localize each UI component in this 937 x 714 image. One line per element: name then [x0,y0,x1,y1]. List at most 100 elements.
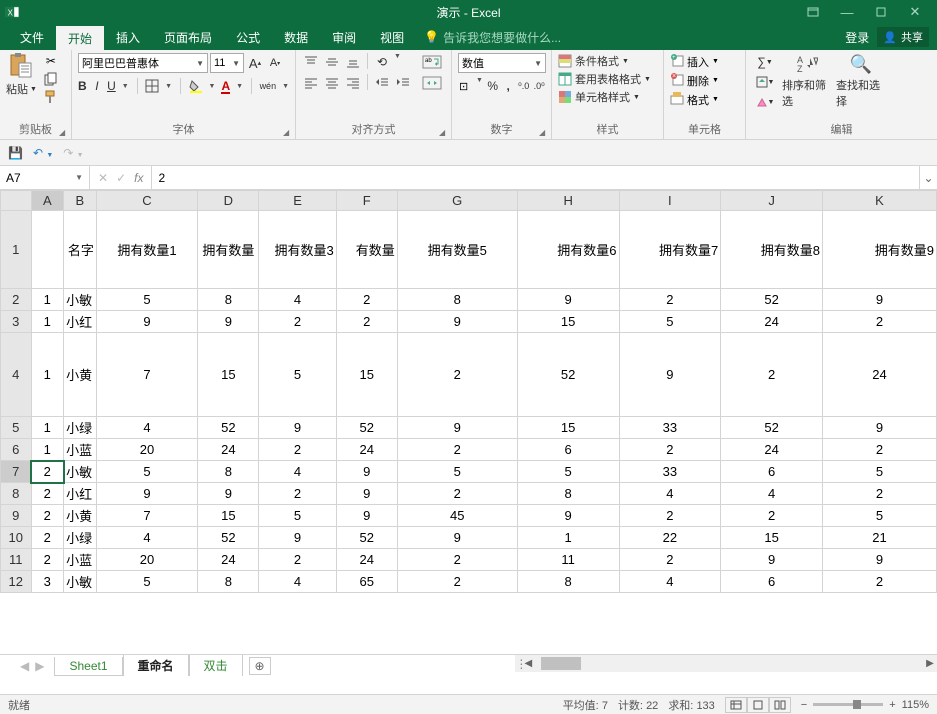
cell[interactable]: 2 [397,333,517,417]
cell[interactable]: 1 [31,333,64,417]
close-icon[interactable]: ✕ [907,4,923,20]
cell[interactable]: 5 [517,461,619,483]
cell[interactable]: 5 [619,311,721,333]
paste-button[interactable]: 粘贴 ▼ [6,53,37,97]
chevron-down-icon[interactable]: ▼ [165,83,172,90]
align-right-icon[interactable] [344,74,362,92]
cell[interactable]: 2 [721,333,823,417]
cell[interactable]: 9 [336,505,397,527]
chevron-down-icon[interactable]: ▼ [394,53,401,71]
cell[interactable]: 2 [336,311,397,333]
scroll-thumb[interactable] [541,657,581,670]
cell[interactable]: 11 [517,549,619,571]
cell[interactable]: 9 [96,311,198,333]
cell[interactable]: 2 [619,289,721,311]
currency-button[interactable]: ⊡ [458,77,472,95]
cell[interactable]: 8 [397,289,517,311]
cell[interactable]: 9 [336,461,397,483]
cell[interactable]: 15 [198,505,259,527]
cell[interactable]: 1 [31,289,64,311]
border-button[interactable] [145,77,159,95]
cancel-icon[interactable]: ✕ [98,171,108,185]
cell[interactable]: 9 [198,483,259,505]
tab-insert[interactable]: 插入 [104,24,152,50]
format-painter-icon[interactable] [43,89,59,105]
view-normal-icon[interactable] [725,697,747,713]
row-header[interactable]: 3 [1,311,32,333]
expand-formula-bar-icon[interactable]: ⌄ [919,166,937,189]
cell[interactable]: 4 [259,461,336,483]
cell[interactable]: 名字 [64,211,97,289]
cell[interactable]: 2 [397,483,517,505]
cell[interactable]: 52 [721,289,823,311]
phonetic-button[interactable]: wén [260,77,277,95]
font-name-combo[interactable]: 阿里巴巴普惠体▼ [78,53,208,73]
cell[interactable]: 8 [198,289,259,311]
cell[interactable]: 3 [31,571,64,593]
cell[interactable]: 拥有数量5 [397,211,517,289]
cell[interactable]: 2 [259,311,336,333]
format-as-table-button[interactable]: 套用表格格式▼ [558,71,657,87]
increase-indent-icon[interactable] [394,74,412,92]
scroll-track[interactable] [539,657,909,670]
zoom-out-icon[interactable]: − [801,699,807,711]
cell[interactable]: 5 [822,505,936,527]
cell[interactable]: 45 [397,505,517,527]
undo-button[interactable]: ↶ ▼ [33,146,53,160]
row-header[interactable]: 7 [1,461,32,483]
cell[interactable]: 9 [619,333,721,417]
cell[interactable]: 9 [397,527,517,549]
col-header[interactable]: K [822,191,936,211]
cell[interactable]: 小黄 [64,333,97,417]
sort-filter-button[interactable]: AZ 排序和筛选 [782,53,832,109]
tab-review[interactable]: 审阅 [320,24,368,50]
cell[interactable]: 9 [96,483,198,505]
col-header[interactable]: A [31,191,64,211]
cell[interactable]: 5 [397,461,517,483]
cell[interactable]: 33 [619,461,721,483]
cell[interactable]: 21 [822,527,936,549]
percent-button[interactable]: % [487,77,499,95]
cell[interactable]: 小蓝 [64,439,97,461]
cell[interactable]: 15 [336,333,397,417]
row-header[interactable]: 4 [1,333,32,417]
cell[interactable]: 9 [822,289,936,311]
cell[interactable]: 拥有数量8 [721,211,823,289]
cell[interactable]: 22 [619,527,721,549]
tab-layout[interactable]: 页面布局 [152,24,224,50]
row-header[interactable]: 2 [1,289,32,311]
cell[interactable]: 4 [721,483,823,505]
row-header[interactable]: 10 [1,527,32,549]
cell[interactable]: 9 [336,483,397,505]
sheet-tab-rename[interactable]: 重命名 [123,655,189,677]
scroll-right-icon[interactable]: ▶ [923,658,937,669]
align-left-icon[interactable] [302,74,320,92]
cell[interactable]: 2 [822,571,936,593]
fx-icon[interactable]: fx [134,171,143,185]
col-header[interactable]: D [198,191,259,211]
cell[interactable]: 2 [259,483,336,505]
chevron-down-icon[interactable]: ▼ [209,83,216,90]
cell[interactable]: 33 [619,417,721,439]
cell[interactable]: 2 [619,549,721,571]
col-header[interactable]: G [397,191,517,211]
cell[interactable]: 8 [517,571,619,593]
zoom-slider[interactable] [813,703,883,706]
clipboard-launcher-icon[interactable]: ◢ [59,128,69,138]
cell[interactable]: 小敏 [64,289,97,311]
increase-font-icon[interactable]: A▴ [246,54,264,72]
decrease-font-icon[interactable]: A▾ [266,54,284,72]
conditional-format-button[interactable]: 条件格式▼ [558,53,657,69]
login-link[interactable]: 登录 [845,29,869,46]
cell[interactable]: 9 [397,311,517,333]
cell[interactable]: 7 [96,505,198,527]
cell[interactable]: 9 [822,417,936,439]
cell[interactable]: 5 [96,289,198,311]
cell[interactable]: 1 [31,439,64,461]
cell[interactable]: 24 [822,333,936,417]
chevron-down-icon[interactable]: ▼ [282,83,289,90]
col-header[interactable]: F [336,191,397,211]
format-cells-button[interactable]: 格式▼ [670,91,739,108]
decrease-decimal-icon[interactable]: .0⁰ [533,77,545,95]
row-header[interactable]: 1 [1,211,32,289]
